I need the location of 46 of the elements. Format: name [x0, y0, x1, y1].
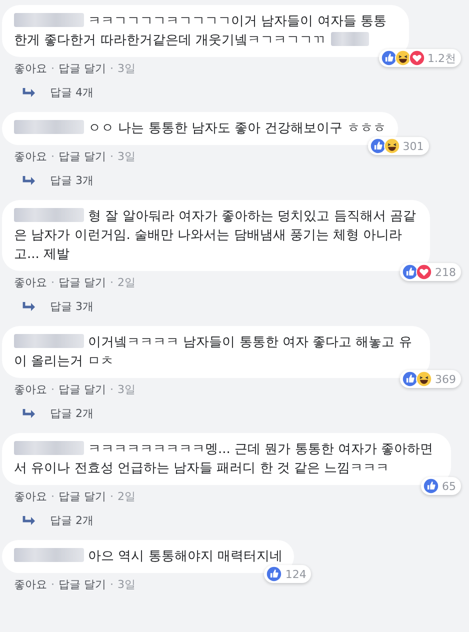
reaction-count: 301	[402, 140, 424, 152]
reply-link[interactable]: 답글 달기	[58, 149, 106, 165]
separator-dot: ·	[51, 149, 54, 165]
reply-link[interactable]: 답글 달기	[58, 382, 106, 398]
view-replies-link[interactable]: 답글 3개	[2, 165, 94, 195]
separator-dot: ·	[110, 577, 114, 593]
view-replies-link[interactable]: 답글 2개	[2, 398, 94, 428]
reply-link[interactable]: 답글 달기	[58, 61, 106, 77]
like-link[interactable]: 좋아요	[14, 382, 47, 398]
like-link[interactable]: 좋아요	[14, 489, 47, 505]
view-replies-link[interactable]: 답글 4개	[2, 77, 94, 107]
separator-dot: ·	[51, 61, 54, 77]
reaction-count: 124	[285, 568, 306, 580]
comment-text: 형 잘 알아둬라 여자가 좋아하는 덩치있고 듬직해서 곰같은 남자가 이런거임. 술배만 나와서는 담배냄새 풍기는 체형 아니라고... 제발	[14, 207, 418, 264]
reaction-count: 369	[435, 372, 456, 386]
comment-text: 이거넼ㅋㅋㅋㅋ 남자들이 통통한 여자 좋다고 해놓고 유이 올리는거 ㅁㅊ	[14, 333, 418, 371]
reply-link[interactable]: 답글 달기	[58, 577, 106, 593]
reply-arrow-icon	[22, 175, 36, 187]
view-replies-link[interactable]: 답글 2개	[2, 505, 94, 535]
separator-dot: ·	[51, 275, 54, 291]
comment-text: ㅋㅋㅋㅋㅋㅋㅋㅋㅋ멩... 근데 뭔가 통통한 여자가 좋아하면서 유이나 전효성 언급하는 남자들 패러디 한 것 같은 느낌ㅋㅋㅋ	[14, 440, 439, 478]
separator-dot: ·	[110, 275, 114, 291]
view-replies-link[interactable]: 답글 3개	[2, 291, 94, 321]
comment-text: ㅋㅋㄱㄱㄱㄱㅋㄱㄱㄱㄱ이거 남자들이 여자들 통통한게 좋다한거 따라한거같은데 개웃기넼ㅋㄱㅋㄱㄱㄲ	[14, 12, 396, 50]
reaction-count: 218	[435, 266, 456, 278]
like-link[interactable]: 좋아요	[14, 149, 47, 165]
separator-dot: ·	[110, 489, 114, 505]
like-link[interactable]: 좋아요	[14, 275, 47, 291]
separator-dot: ·	[51, 489, 54, 505]
reaction-count: 1.2천	[428, 50, 456, 66]
like-link[interactable]: 좋아요	[14, 61, 47, 77]
reply-link[interactable]: 답글 달기	[58, 275, 106, 291]
separator-dot: ·	[51, 577, 54, 593]
reply-arrow-icon	[22, 515, 36, 527]
separator-dot: ·	[110, 149, 114, 165]
comment-text: ㅇㅇ 나는 통통한 남자도 좋아 건강해보이구 ㅎㅎㅎ	[14, 119, 386, 138]
like-link[interactable]: 좋아요	[14, 577, 47, 593]
separator-dot: ·	[51, 382, 54, 398]
reply-arrow-icon	[22, 87, 36, 99]
separator-dot: ·	[110, 61, 114, 77]
reply-arrow-icon	[22, 301, 36, 313]
reply-arrow-icon	[22, 408, 36, 420]
separator-dot: ·	[110, 382, 114, 398]
comment-text: 아으 역시 통통해야지 매력터지네	[14, 547, 282, 566]
reply-link[interactable]: 답글 달기	[58, 489, 106, 505]
reaction-count: 65	[442, 480, 456, 492]
